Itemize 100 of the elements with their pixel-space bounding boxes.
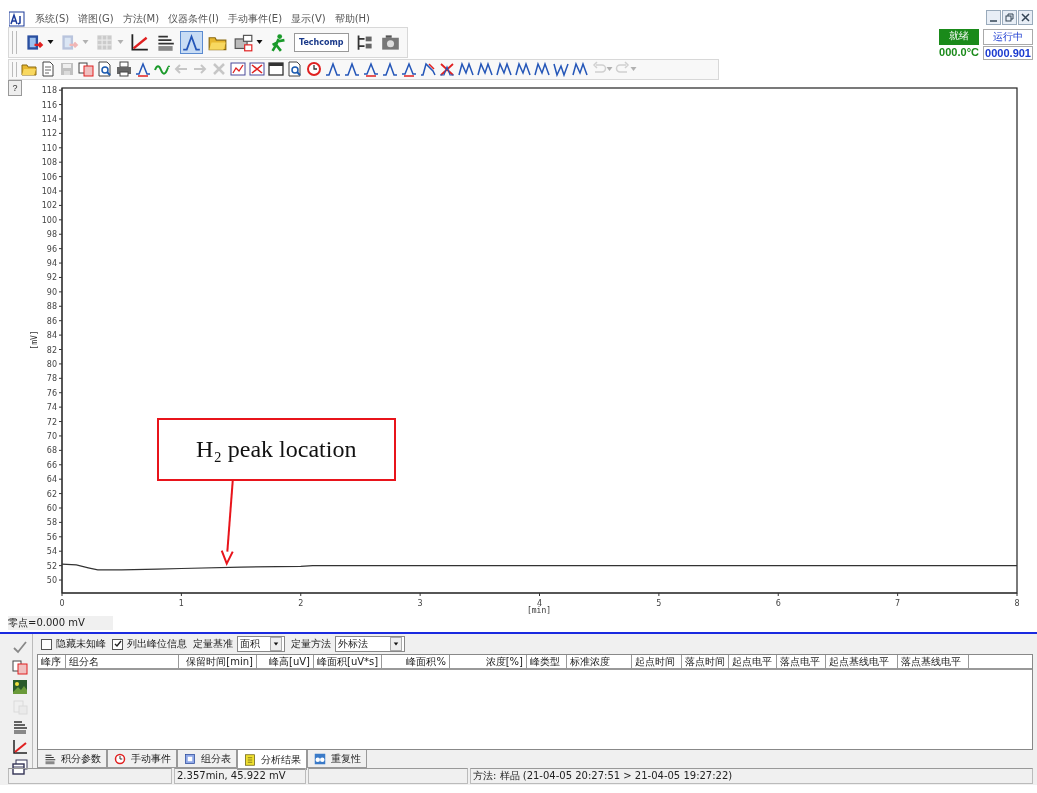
column-header[interactable]: 峰面积% <box>382 655 450 668</box>
close-icon[interactable] <box>1018 10 1033 25</box>
tick-label: 118 <box>41 86 57 96</box>
copy-icon[interactable] <box>77 60 95 79</box>
tick-label: 66 <box>46 460 57 470</box>
status-indicator: 就绪 <box>939 29 980 45</box>
annotation-label: H₂ peak location <box>156 417 396 481</box>
stack-icon[interactable] <box>11 758 29 776</box>
tick-label: 110 <box>41 143 57 153</box>
run-mode-label: 运行中 <box>983 29 1033 45</box>
dropdown[interactable]: 外标法 <box>335 636 405 652</box>
tab[interactable]: 积分参数 <box>37 750 107 768</box>
column-header[interactable]: 浓度[%] <box>450 655 527 668</box>
field-label: 定量方法 <box>291 637 331 651</box>
line-chart-icon[interactable] <box>11 738 29 756</box>
menu-item[interactable]: 仪器条件(I) <box>168 11 219 26</box>
column-header[interactable]: 峰类型 <box>527 655 567 668</box>
document-icon[interactable] <box>39 60 57 79</box>
peak-icon[interactable] <box>134 60 152 79</box>
peak-icon[interactable] <box>400 60 418 79</box>
peak-icon[interactable] <box>362 60 380 79</box>
tick-label: 82 <box>46 345 57 355</box>
tick-label: 76 <box>46 388 57 398</box>
brand-logo[interactable]: Techcomp <box>294 32 349 52</box>
preview-icon[interactable] <box>286 60 304 79</box>
column-header[interactable]: 起点时间 <box>632 655 682 668</box>
tick-label: 2 <box>298 599 304 608</box>
menu-item[interactable]: 系统(S) <box>35 11 70 26</box>
tick-label: 78 <box>46 374 57 384</box>
column-header[interactable]: 起点电平 <box>729 655 777 668</box>
tick-label: 104 <box>41 187 57 196</box>
column-header[interactable]: 峰面积[uV*s] <box>314 655 382 668</box>
counter-reading: 0000.901 <box>983 46 1033 60</box>
column-header[interactable]: 保留时间[min] <box>179 655 257 668</box>
minimize-icon[interactable] <box>986 10 1001 25</box>
app-icon[interactable] <box>8 9 26 28</box>
tick-label: 116 <box>41 100 57 110</box>
menu-item[interactable]: 手动事件(E) <box>227 11 283 26</box>
menu-item[interactable]: 帮助(H) <box>334 11 371 26</box>
peak-icon[interactable] <box>419 60 437 79</box>
status-text: 2.357min, 45.922 mV <box>174 768 306 784</box>
menu-item[interactable]: 谱图(G) <box>78 11 114 26</box>
column-header[interactable]: 标准浓度 <box>567 655 632 668</box>
column-header[interactable]: 起点基线电平 <box>826 655 898 668</box>
preview-icon[interactable] <box>96 60 114 79</box>
menu-item[interactable]: 方法(M) <box>122 11 160 26</box>
tab[interactable]: 手动事件 <box>107 750 177 768</box>
cross-peak-icon[interactable] <box>438 60 456 79</box>
clock-icon[interactable] <box>305 60 323 79</box>
column-header[interactable]: 落点时间 <box>682 655 729 668</box>
chart-icon[interactable] <box>229 60 247 79</box>
window-icon[interactable] <box>267 60 285 79</box>
tick-label: 1 <box>178 599 184 608</box>
column-header[interactable]: 组分名 <box>66 655 179 668</box>
column-header[interactable]: 落点电平 <box>777 655 826 668</box>
tick-label: 56 <box>46 532 57 542</box>
tab[interactable]: 重复性 <box>307 750 367 768</box>
tick-label: 50 <box>46 576 57 586</box>
tick-label: 62 <box>46 489 57 499</box>
peak-icon[interactable] <box>381 60 399 79</box>
tick-label: 72 <box>46 417 57 427</box>
tick-label: 64 <box>46 475 57 485</box>
binoculars-icon <box>313 751 327 766</box>
bar-chart-icon[interactable] <box>11 718 29 736</box>
peak-icon[interactable] <box>181 31 202 53</box>
image-icon[interactable] <box>11 678 29 696</box>
tick-label: 106 <box>41 172 57 182</box>
tab[interactable]: 分析结果 <box>237 750 307 770</box>
copy-icon[interactable] <box>11 658 29 676</box>
tab[interactable]: 组分表 <box>177 750 237 768</box>
column-header[interactable]: 峰高[uV] <box>257 655 314 668</box>
checkbox[interactable] <box>112 638 123 650</box>
menu-item[interactable]: 显示(V) <box>291 11 326 26</box>
tick-label: 60 <box>46 504 57 513</box>
peak-icon[interactable] <box>324 60 342 79</box>
tick-label: 100 <box>41 215 57 225</box>
tick-label: 98 <box>46 230 57 240</box>
note-icon <box>243 752 257 767</box>
line-chart-icon[interactable] <box>129 31 150 53</box>
zero-point-label: 零点=0.000 mV <box>8 616 113 630</box>
checkbox[interactable] <box>41 638 52 650</box>
restore-icon[interactable] <box>1002 10 1017 25</box>
column-header[interactable]: 落点基线电平 <box>898 655 969 668</box>
tick-label: 8 <box>1014 599 1020 608</box>
tick-label: 4 <box>536 599 543 608</box>
status-text: 方法: 样品 (21-04-05 20:27:51 > 21-04-05 19:27:22) <box>470 768 1033 784</box>
temperature-reading: 000.0°C <box>939 46 980 60</box>
tick-label: 52 <box>46 561 57 571</box>
column-header[interactable]: 峰序 <box>38 655 66 668</box>
printer-icon[interactable] <box>115 60 133 79</box>
peak-icon[interactable] <box>343 60 361 79</box>
tick-label: 96 <box>46 244 57 254</box>
dropdown[interactable]: 面积 <box>237 636 285 652</box>
tick-label: 80 <box>46 359 57 369</box>
tick-label: 92 <box>46 273 57 283</box>
tick-label: 86 <box>46 316 57 326</box>
chart-icon[interactable] <box>248 60 266 79</box>
tick-label: 108 <box>41 158 57 168</box>
help-button[interactable]: ? <box>8 80 22 96</box>
tick-label: 88 <box>46 302 57 312</box>
